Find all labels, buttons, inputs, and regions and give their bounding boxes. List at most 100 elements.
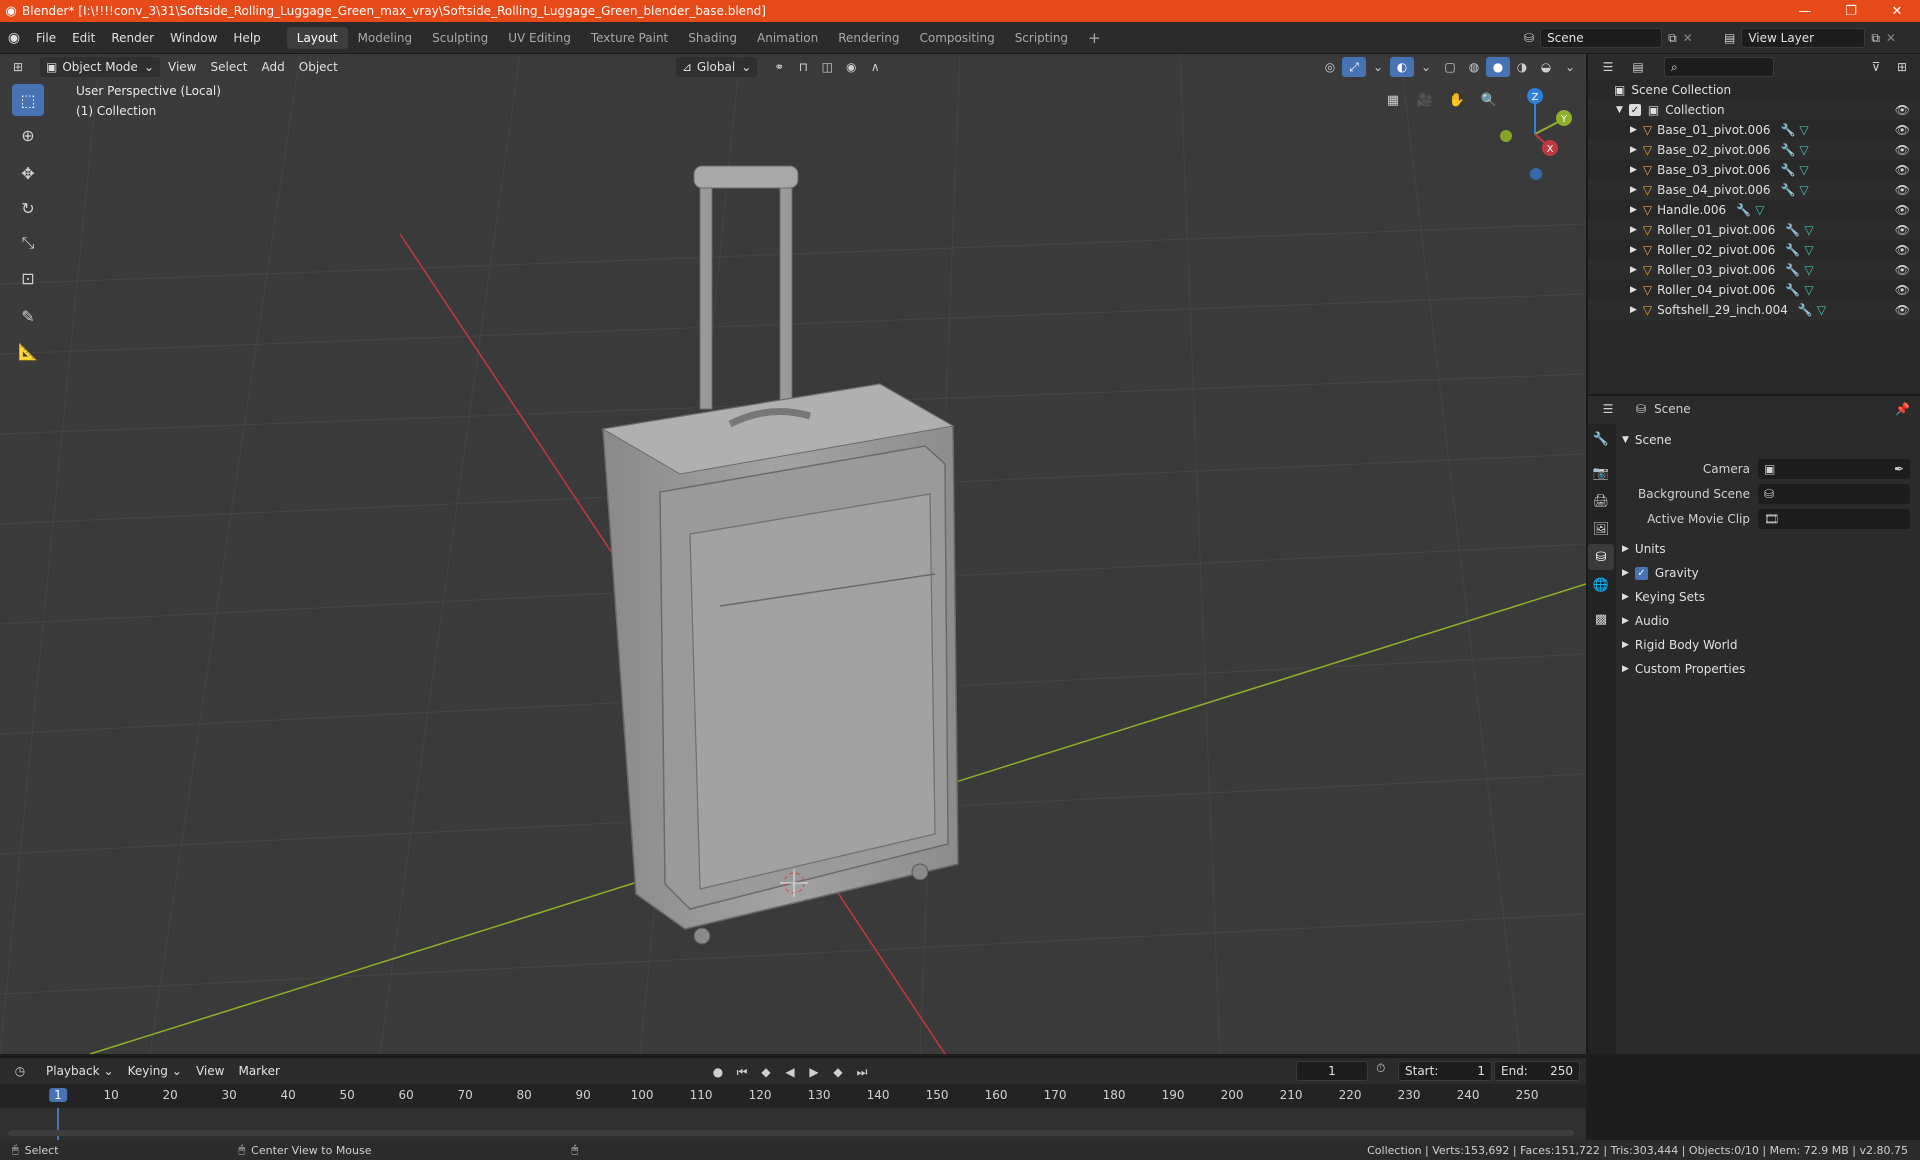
mesh-data-icon[interactable]: ▽ bbox=[1804, 223, 1813, 237]
tab-uv-editing[interactable]: UV Editing bbox=[498, 27, 581, 49]
record-icon[interactable]: ● bbox=[706, 1062, 730, 1082]
wireframe-shading-icon[interactable]: ◍ bbox=[1462, 57, 1486, 77]
visibility-icon[interactable]: ◎ bbox=[1318, 57, 1342, 77]
rigid-body-world-panel[interactable]: ▶ Rigid Body World bbox=[1618, 633, 1918, 657]
world-tab-icon[interactable]: 🌐 bbox=[1588, 572, 1614, 598]
overlay-toggle-icon[interactable]: ◐ bbox=[1390, 57, 1414, 77]
scene-section-header[interactable]: ▼ Scene bbox=[1618, 428, 1918, 452]
shading-dropdown-icon[interactable]: ⌄ bbox=[1558, 57, 1582, 77]
snap-icon[interactable]: ⊓ bbox=[791, 57, 815, 77]
timeline-menu-playback[interactable]: Playback ⌄ bbox=[40, 1061, 120, 1081]
scene-collection-row[interactable]: ▣ Scene Collection bbox=[1588, 80, 1920, 100]
viewport-menu-add[interactable]: Add bbox=[256, 57, 291, 77]
expand-right-icon[interactable]: ▶ bbox=[1630, 165, 1637, 175]
view-layer-icon[interactable]: ▤ bbox=[1724, 31, 1735, 45]
gravity-panel[interactable]: ▶ ✓ Gravity bbox=[1618, 561, 1918, 585]
custom-properties-panel[interactable]: ▶ Custom Properties bbox=[1618, 657, 1918, 681]
snap-target-icon[interactable]: ◫ bbox=[815, 57, 839, 77]
menu-window[interactable]: Window bbox=[162, 27, 225, 49]
outliner-object-row[interactable]: ▶ ▽ Base_04_pivot.006 🔧 ▽ 👁 bbox=[1588, 180, 1920, 200]
gravity-checkbox[interactable]: ✓ bbox=[1634, 566, 1648, 580]
cursor-tool-icon[interactable]: ⊕ bbox=[12, 119, 44, 151]
mode-dropdown[interactable]: ▣ Object Mode ⌄ bbox=[40, 57, 160, 77]
play-icon[interactable]: ▶ bbox=[802, 1062, 826, 1082]
mesh-data-icon[interactable]: ▽ bbox=[1799, 183, 1808, 197]
editor-type-icon[interactable]: ⊞ bbox=[6, 57, 30, 77]
move-tool-icon[interactable]: ✥ bbox=[12, 157, 44, 189]
annotate-tool-icon[interactable]: ✎ bbox=[12, 300, 44, 332]
minimize-button[interactable]: — bbox=[1782, 0, 1828, 22]
modifier-wrench-icon[interactable]: 🔧 bbox=[1780, 143, 1795, 157]
expand-right-icon[interactable]: ▶ bbox=[1630, 185, 1637, 195]
blender-menu-icon[interactable]: ◉ bbox=[0, 30, 28, 46]
mesh-data-icon[interactable]: ▽ bbox=[1755, 203, 1764, 217]
mesh-data-icon[interactable]: ▽ bbox=[1799, 163, 1808, 177]
eye-icon[interactable]: 👁 bbox=[1895, 183, 1910, 197]
properties-editor-type-icon[interactable]: ☰ bbox=[1596, 399, 1620, 419]
collection-row[interactable]: ▼ ✓ ▣ Collection 👁 bbox=[1588, 100, 1920, 120]
expand-right-icon[interactable]: ▶ bbox=[1630, 225, 1637, 235]
audio-panel[interactable]: ▶ Audio bbox=[1618, 609, 1918, 633]
expand-right-icon[interactable]: ▶ bbox=[1630, 125, 1637, 135]
expand-right-icon[interactable]: ▶ bbox=[1630, 305, 1637, 315]
material-shading-icon[interactable]: ◑ bbox=[1510, 57, 1534, 77]
outliner-object-row[interactable]: ▶ ▽ Roller_01_pivot.006 🔧 ▽ 👁 bbox=[1588, 220, 1920, 240]
new-scene-icon[interactable]: ⧉ bbox=[1668, 31, 1677, 46]
close-button[interactable]: ✕ bbox=[1874, 0, 1920, 22]
grid-view-icon[interactable]: ▦ bbox=[1380, 87, 1406, 113]
eye-icon[interactable]: 👁 bbox=[1895, 103, 1910, 117]
tab-animation[interactable]: Animation bbox=[747, 27, 828, 49]
modifier-wrench-icon[interactable]: 🔧 bbox=[1785, 223, 1800, 237]
measure-tool-icon[interactable]: 📐 bbox=[12, 335, 44, 367]
eye-icon[interactable]: 👁 bbox=[1895, 223, 1910, 237]
maximize-button[interactable]: ❐ bbox=[1828, 0, 1874, 22]
timeline-menu-keying[interactable]: Keying ⌄ bbox=[122, 1061, 188, 1081]
camera-field[interactable]: ▣ ✒ bbox=[1758, 458, 1910, 479]
gizmo-y-label[interactable]: Y bbox=[1560, 114, 1568, 125]
view-layer-field[interactable]: View Layer bbox=[1741, 28, 1866, 48]
camera-view-icon[interactable]: 🎥 bbox=[1412, 87, 1438, 113]
menu-render[interactable]: Render bbox=[103, 27, 162, 49]
filter-icon[interactable]: ⊽ bbox=[1864, 57, 1888, 77]
active-movie-clip-field[interactable]: 🎞 bbox=[1758, 508, 1910, 529]
texture-tab-icon[interactable]: ▩ bbox=[1588, 606, 1614, 632]
mesh-data-icon[interactable]: ▽ bbox=[1804, 243, 1813, 257]
tool-tab-icon[interactable]: 🔧 bbox=[1588, 426, 1614, 452]
eye-icon[interactable]: 👁 bbox=[1895, 163, 1910, 177]
outliner-object-row[interactable]: ▶ ▽ Roller_02_pivot.006 🔧 ▽ 👁 bbox=[1588, 240, 1920, 260]
gizmo-dropdown-icon[interactable]: ⌄ bbox=[1366, 57, 1390, 77]
timeline-scrollbar[interactable] bbox=[8, 1130, 1574, 1136]
outliner-editor-type-icon[interactable]: ☰ bbox=[1596, 57, 1620, 77]
scene-tab-icon[interactable]: ⛁ bbox=[1588, 544, 1614, 570]
delete-scene-icon[interactable]: ✕ bbox=[1683, 31, 1693, 45]
eye-icon[interactable]: 👁 bbox=[1895, 123, 1910, 137]
menu-file[interactable]: File bbox=[28, 27, 64, 49]
tab-texture-paint[interactable]: Texture Paint bbox=[581, 27, 678, 49]
expand-right-icon[interactable]: ▶ bbox=[1630, 265, 1637, 275]
menu-help[interactable]: Help bbox=[225, 27, 268, 49]
eye-icon[interactable]: 👁 bbox=[1895, 303, 1910, 317]
jump-start-icon[interactable]: ⏮ bbox=[730, 1062, 754, 1082]
outliner-object-row[interactable]: ▶ ▽ Base_02_pivot.006 🔧 ▽ 👁 bbox=[1588, 140, 1920, 160]
delete-view-layer-icon[interactable]: ✕ bbox=[1886, 31, 1896, 45]
outliner-object-row[interactable]: ▶ ▽ Base_01_pivot.006 🔧 ▽ 👁 bbox=[1588, 120, 1920, 140]
gizmo-z-label[interactable]: Z bbox=[1532, 92, 1539, 103]
outliner-object-row[interactable]: ▶ ▽ Softshell_29_inch.004 🔧 ▽ 👁 bbox=[1588, 300, 1920, 320]
outliner-object-row[interactable]: ▶ ▽ Handle.006 🔧 ▽ 👁 bbox=[1588, 200, 1920, 220]
eye-icon[interactable]: 👁 bbox=[1895, 243, 1910, 257]
outliner-object-row[interactable]: ▶ ▽ Roller_03_pivot.006 🔧 ▽ 👁 bbox=[1588, 260, 1920, 280]
outliner-object-row[interactable]: ▶ ▽ Roller_04_pivot.006 🔧 ▽ 👁 bbox=[1588, 280, 1920, 300]
pan-hand-icon[interactable]: ✋ bbox=[1444, 87, 1470, 113]
eyedropper-icon[interactable]: ✒ bbox=[1894, 462, 1904, 476]
tab-modeling[interactable]: Modeling bbox=[348, 27, 423, 49]
modifier-wrench-icon[interactable]: 🔧 bbox=[1785, 243, 1800, 257]
output-tab-icon[interactable]: 🖨 bbox=[1588, 488, 1614, 514]
tab-compositing[interactable]: Compositing bbox=[909, 27, 1004, 49]
new-view-layer-icon[interactable]: ⧉ bbox=[1871, 31, 1880, 46]
tab-sculpting[interactable]: Sculpting bbox=[422, 27, 498, 49]
play-reverse-icon[interactable]: ◀ bbox=[778, 1062, 802, 1082]
viewport-menu-select[interactable]: Select bbox=[204, 57, 253, 77]
expand-right-icon[interactable]: ▶ bbox=[1630, 245, 1637, 255]
gizmo-x-label[interactable]: X bbox=[1547, 144, 1554, 155]
units-panel[interactable]: ▶ Units bbox=[1618, 537, 1918, 561]
